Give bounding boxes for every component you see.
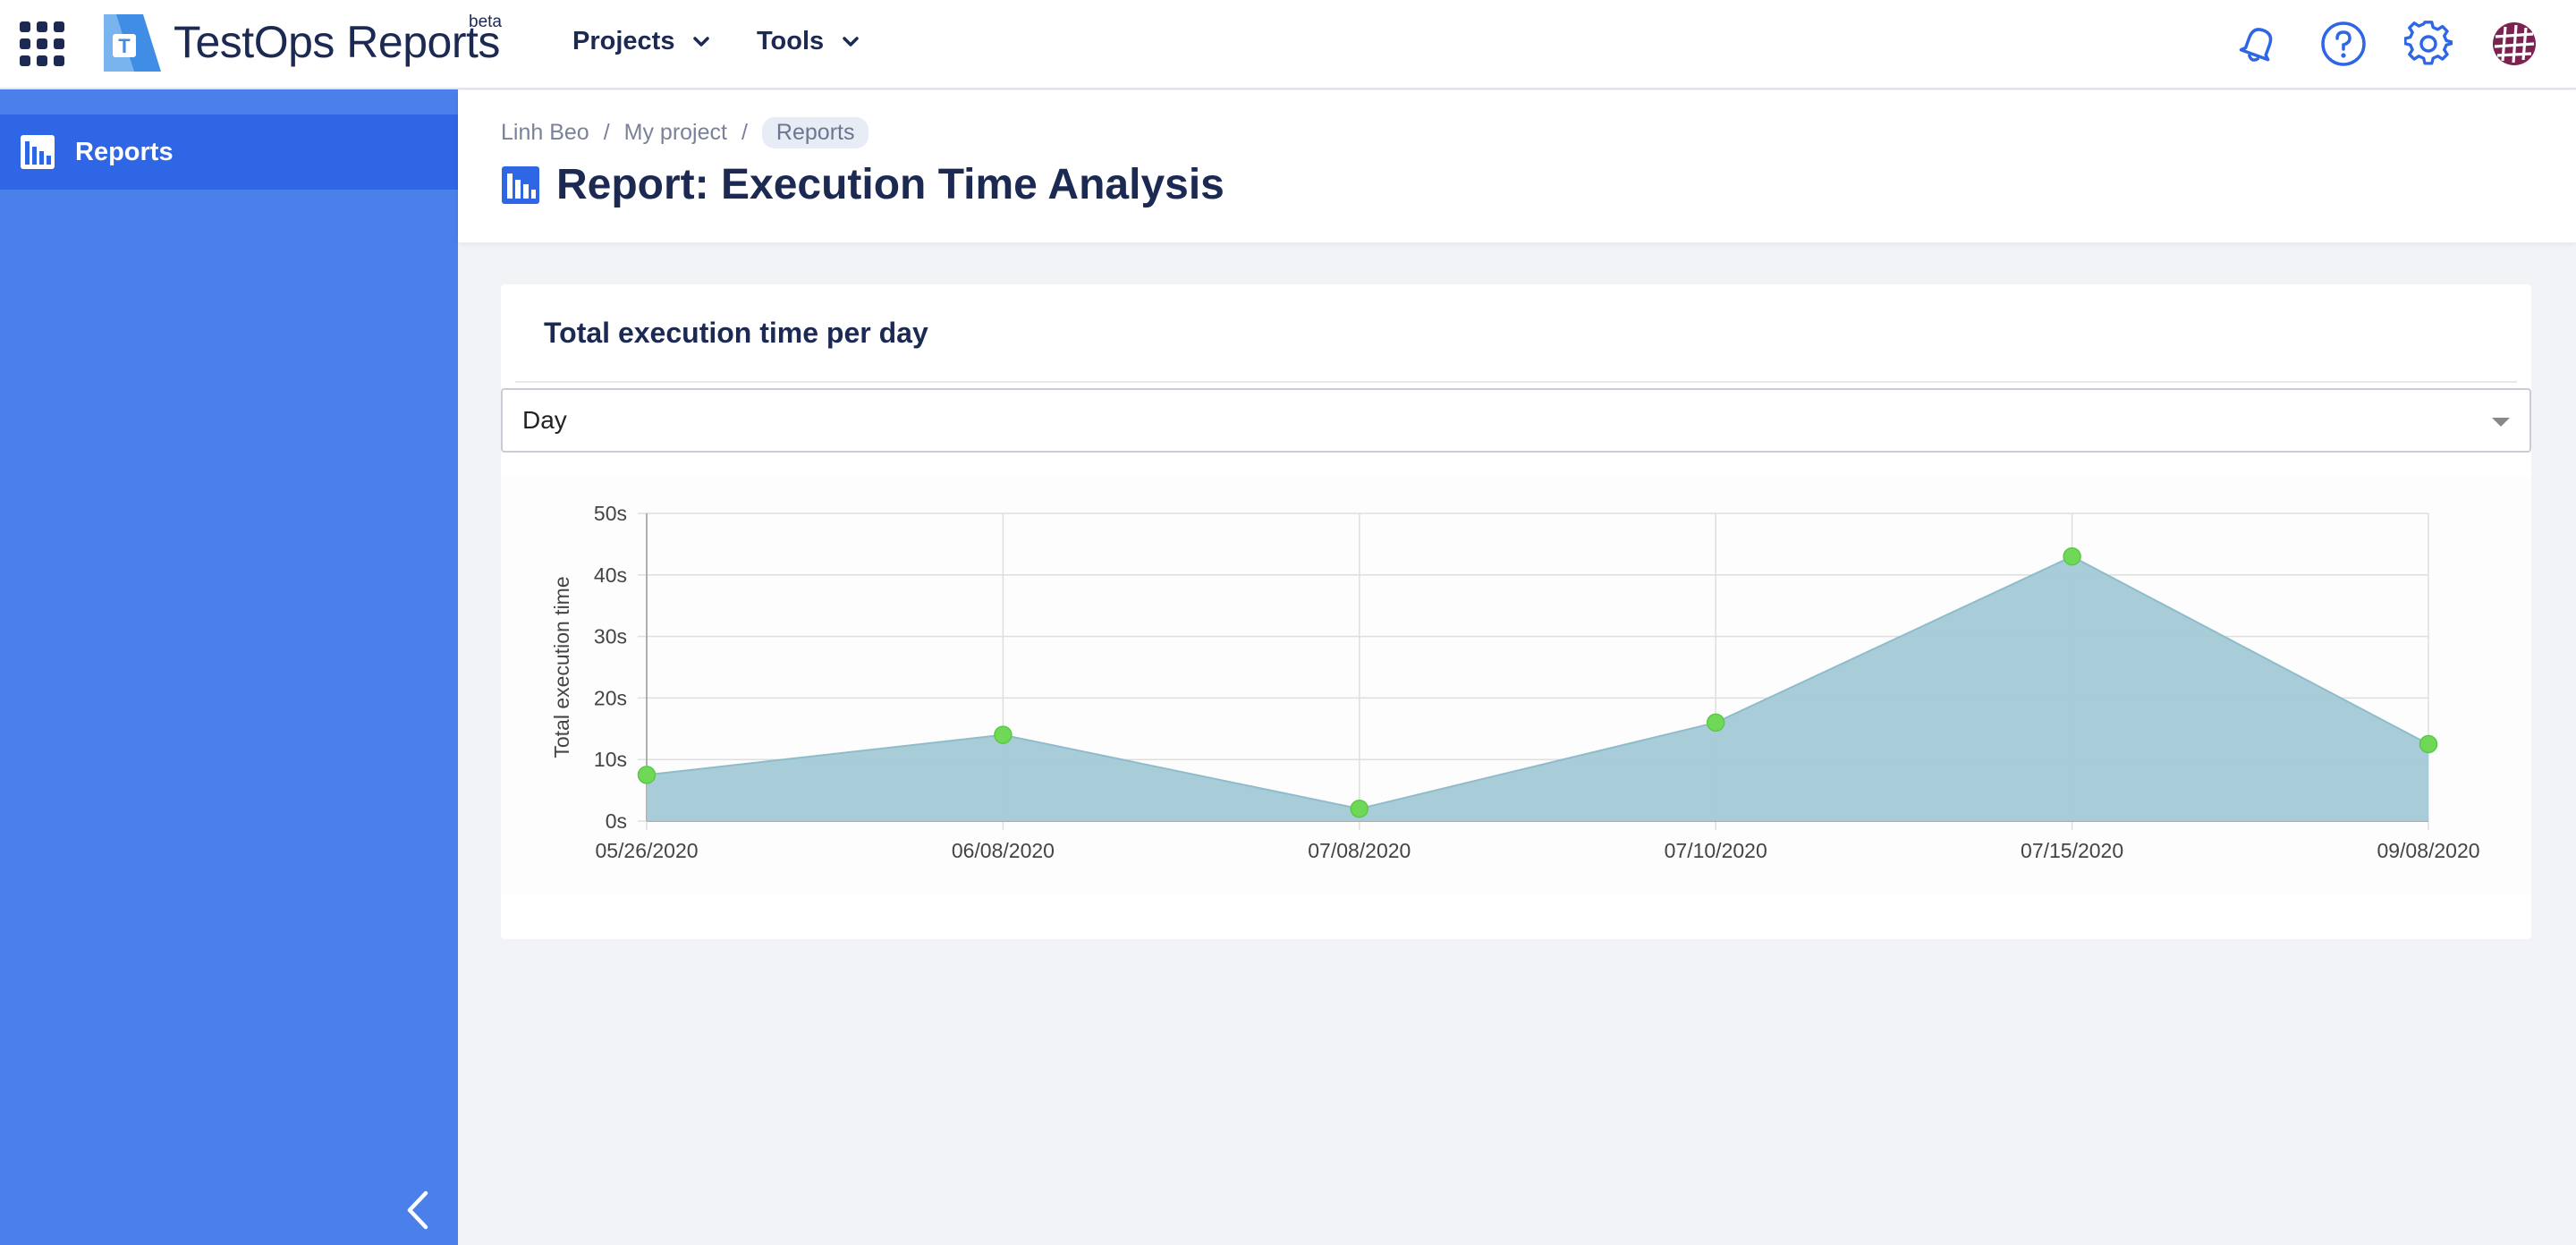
y-tick-label: 50s <box>594 502 627 525</box>
x-tick-label: 06/08/2020 <box>952 839 1055 862</box>
period-select[interactable]: Day <box>501 388 2531 453</box>
x-tick-label: 05/26/2020 <box>595 839 698 862</box>
nav-tools-label: Tools <box>757 27 825 55</box>
breadcrumb-separator: / <box>603 120 610 145</box>
report-icon <box>502 165 539 204</box>
svg-text:T: T <box>118 35 131 57</box>
chart-card: Total execution time per day Day 0s 10s 20… <box>501 284 2531 939</box>
divider <box>515 381 2517 383</box>
period-select-value: Day <box>522 406 567 434</box>
nav-projects-label: Projects <box>572 27 675 55</box>
y-tick-label: 40s <box>594 563 627 587</box>
help-icon[interactable] <box>2319 20 2368 68</box>
breadcrumb-separator: / <box>741 120 748 145</box>
x-tick-label: 07/08/2020 <box>1308 839 1411 862</box>
data-point <box>2419 734 2438 754</box>
apps-grid-icon[interactable] <box>20 21 64 66</box>
nav-projects[interactable]: Projects <box>572 27 710 56</box>
chevron-down-icon <box>843 36 859 47</box>
series-area <box>647 556 2428 821</box>
data-point <box>994 725 1013 744</box>
x-tick-label: 07/10/2020 <box>1665 839 1767 862</box>
y-tick-label: 20s <box>594 686 627 709</box>
breadcrumb-item[interactable]: My project <box>624 120 727 146</box>
breadcrumb: Linh Beo / My project / Reports <box>501 117 869 148</box>
beta-badge: beta <box>469 13 502 31</box>
data-point <box>2063 546 2081 566</box>
caret-down-icon <box>2492 418 2510 427</box>
card-title: Total execution time per day <box>544 317 928 349</box>
x-tick-label: 09/08/2020 <box>2377 839 2479 862</box>
breadcrumb-item[interactable]: Linh Beo <box>501 120 589 146</box>
data-point <box>637 766 657 784</box>
page-header: Linh Beo / My project / Reports Report: … <box>458 90 2576 242</box>
data-point <box>1706 713 1725 733</box>
y-tick-label: 0s <box>606 809 627 833</box>
sidebar-item-label: Reports <box>75 137 174 166</box>
x-tick-label: 07/15/2020 <box>2021 839 2123 862</box>
brand-name: TestOps Reports <box>174 17 500 67</box>
collapse-sidebar-icon[interactable] <box>401 1188 436 1232</box>
y-tick-label: 10s <box>594 748 627 771</box>
gear-icon[interactable] <box>2404 20 2453 68</box>
page-title: Report: Execution Time Analysis <box>556 161 1224 208</box>
sidebar: Reports <box>0 89 458 1245</box>
breadcrumb-current: Reports <box>761 117 869 148</box>
page-title-row: Report: Execution Time Analysis <box>501 160 1224 209</box>
chart-panel: 0s 10s 20s 30s 40s 50s 05/26/2020 06/08/2020 07/… <box>501 478 2531 894</box>
bell-icon[interactable] <box>2234 20 2283 68</box>
report-icon <box>21 135 55 169</box>
top-bar: T TestOps Reports beta Projects Tools <box>0 0 2576 89</box>
data-point <box>1350 799 1369 818</box>
chevron-down-icon <box>693 36 710 47</box>
testops-logo: T <box>104 14 161 72</box>
sidebar-item-reports[interactable]: Reports <box>0 114 458 190</box>
y-tick-label: 30s <box>594 625 627 648</box>
execution-time-chart: 0s 10s 20s 30s 40s 50s 05/26/2020 06/08/2020 07/… <box>550 502 2480 862</box>
nav-tools[interactable]: Tools <box>757 27 860 56</box>
avatar[interactable] <box>2490 20 2538 68</box>
y-axis-title: Total execution time <box>550 576 573 758</box>
